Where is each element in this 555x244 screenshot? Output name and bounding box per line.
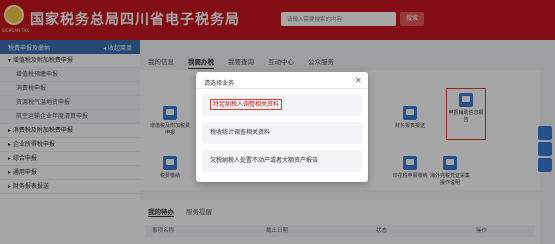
option-label-highlighted: 特定纳税人调整相关资料	[210, 99, 283, 110]
option-specific-taxpayer-adjust[interactable]: 特定纳税人调整相关资料	[202, 94, 362, 116]
close-icon[interactable]: ✕	[355, 76, 362, 85]
select-business-modal: 请选择业务 ✕ 特定纳税人调整相关资料 税收统计调查相关资料 欠税纳税人处置不动…	[196, 72, 368, 182]
option-tax-statistics-survey[interactable]: 税收统计调查相关资料	[202, 122, 362, 144]
option-arrears-asset-report[interactable]: 欠税纳税人处置不动产或者大额资产报告	[202, 150, 362, 172]
modal-divider	[196, 88, 368, 89]
modal-title: 请选择业务	[204, 80, 235, 87]
